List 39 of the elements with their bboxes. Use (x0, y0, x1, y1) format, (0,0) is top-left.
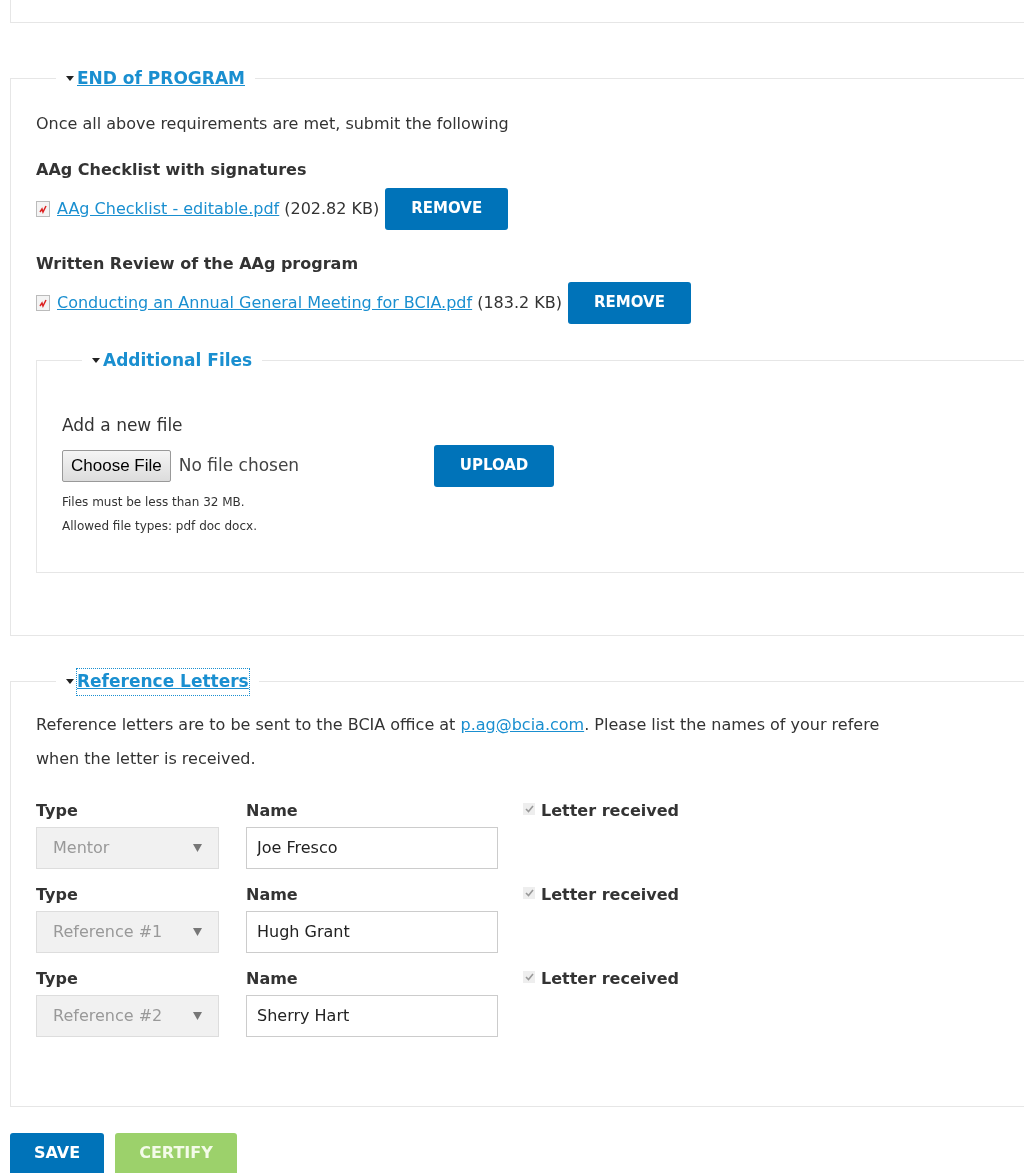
file-link[interactable]: AAg Checklist - editable.pdf (57, 196, 280, 221)
description-text: when the letter is received. (36, 747, 257, 770)
section-toggle-link[interactable]: Additional Files (103, 347, 253, 373)
action-button[interactable]: SAVE (10, 1133, 105, 1173)
file-status: No file chosen (178, 453, 301, 477)
field-label: Type (36, 967, 79, 990)
choose-file-button[interactable]: Choose File (62, 449, 171, 482)
field-label: AAg Checklist with signatures (36, 158, 308, 181)
checkbox-label: Letter received (541, 799, 679, 822)
field-label: Add a new file (62, 414, 184, 437)
description-text: Reference letters are to be sent to the BCIA office at p.ag@bcia.com. Please list the names of your refere (36, 713, 881, 736)
upload-button[interactable]: UPLOAD (433, 444, 555, 487)
file-size: (202.82 KB) (284, 197, 380, 220)
section-toggle-link[interactable]: END of PROGRAM (77, 66, 245, 92)
field-label: Name (246, 967, 299, 990)
caret-icon (66, 76, 74, 82)
remove-button[interactable]: REMOVE (568, 281, 691, 324)
remove-button[interactable]: REMOVE (385, 187, 509, 230)
file-size: (183.2 KB) (477, 291, 562, 314)
checkbox-label: Letter received (541, 883, 679, 906)
instruction-text: Once all above requirements are met, submit the following (36, 112, 510, 135)
field-label: Type (36, 799, 79, 822)
caret-icon (92, 357, 100, 363)
pdf-file-icon (36, 200, 50, 217)
hint-text: Files must be less than 32 MB. (62, 493, 246, 511)
hint-text: Allowed file types: pdf doc docx. (62, 517, 258, 535)
field-label: Type (36, 883, 79, 906)
dropdown-arrow-icon (193, 843, 202, 852)
pdf-file-icon (36, 294, 50, 311)
field-label: Name (246, 799, 299, 822)
field-label: Name (246, 883, 299, 906)
checkbox-label: Letter received (541, 967, 679, 990)
file-link[interactable]: Conducting an Annual General Meeting for BCIA.pdf (57, 290, 473, 315)
field-label: Written Review of the AAg program (36, 252, 360, 275)
caret-icon (66, 679, 74, 685)
dropdown-arrow-icon (193, 1011, 202, 1020)
section-toggle-link[interactable]: Reference Letters (77, 669, 249, 695)
email-link[interactable]: p.ag@bcia.com (460, 714, 585, 734)
dropdown-arrow-icon (193, 927, 202, 936)
